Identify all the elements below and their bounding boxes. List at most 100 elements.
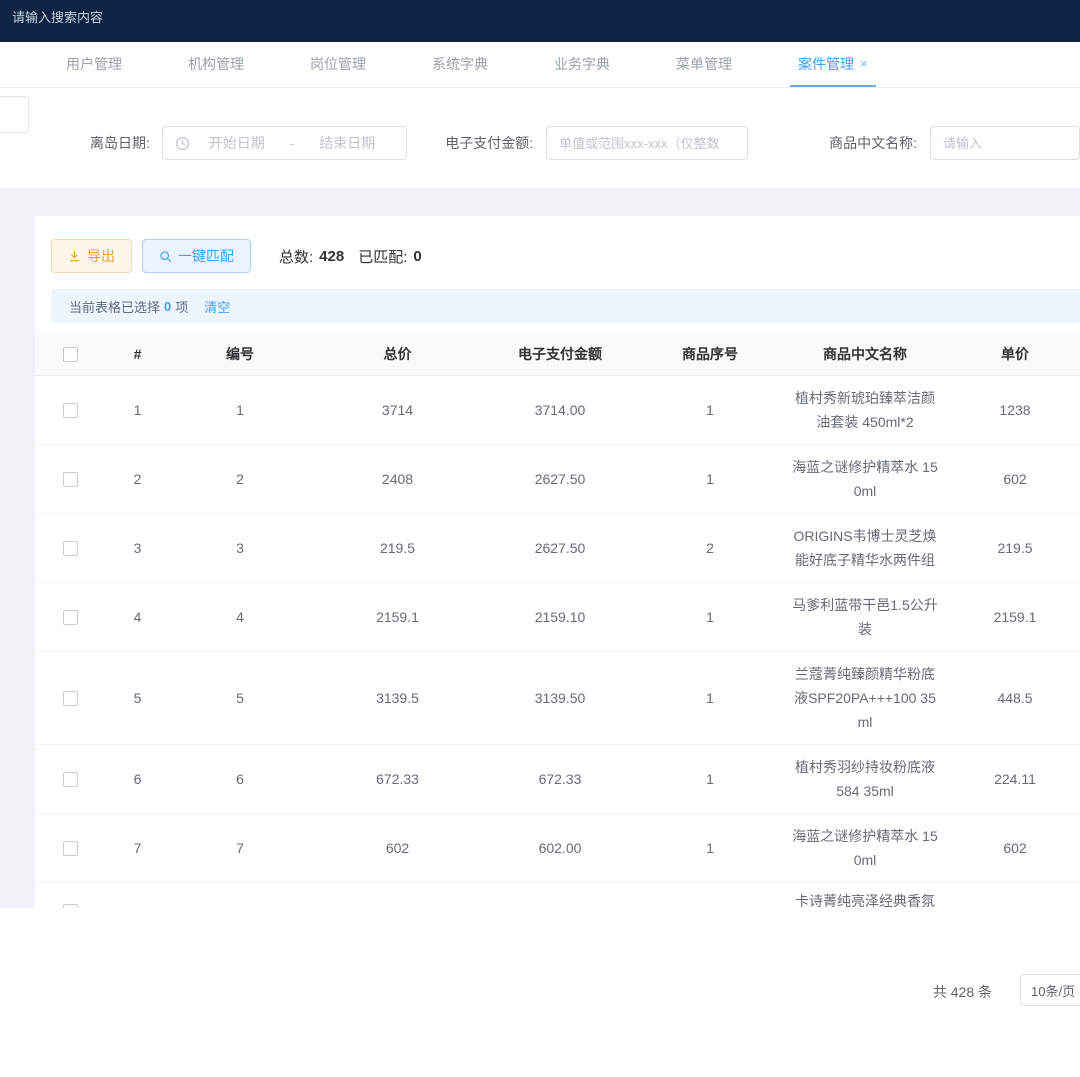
table-row[interactable]: 3 3 219.5 2627.50 2 ORIGINS韦博士灵芝焕能好底子精华水… — [35, 513, 1080, 582]
product-name-filter-label: 商品中文名称: — [829, 133, 917, 153]
end-date-placeholder[interactable]: 结束日期 — [300, 133, 394, 153]
tab-user-management[interactable]: 用户管理 — [58, 42, 130, 87]
cell-total-price: 602 — [310, 813, 485, 882]
cell-code: 7 — [170, 813, 310, 882]
row-checkbox-cell — [35, 651, 105, 744]
close-icon[interactable]: × — [860, 56, 868, 71]
col-header-epay: 电子支付金额 — [485, 333, 635, 375]
cell-index: 1 — [105, 375, 170, 444]
tab-system-dict[interactable]: 系统字典 — [424, 42, 496, 87]
col-header-name: 商品中文名称 — [785, 333, 945, 375]
table-row[interactable]: 5 5 3139.5 3139.50 1 兰蔻菁纯臻颜精华粉底液SPF20PA+… — [35, 651, 1080, 744]
cell-unit-price: 219.5 — [945, 513, 1080, 582]
table-row[interactable]: 6 6 672.33 672.33 1 植村秀羽纱持妆粉底液 584 35ml … — [35, 744, 1080, 813]
col-header-unit: 单价 — [945, 333, 1080, 375]
match-stats: 总数: 428 已匹配: 0 — [279, 246, 422, 267]
cell-code: 5 — [170, 651, 310, 744]
cell-epay-amount: 2159.10 — [485, 582, 635, 651]
cell-code: 2 — [170, 444, 310, 513]
row-checkbox[interactable] — [63, 610, 78, 625]
cell-total-price: 2159.1 — [310, 582, 485, 651]
table-row[interactable]: 2 2 2408 2627.50 1 海蓝之谜修护精萃水 150ml 602 — [35, 444, 1080, 513]
cell-product-seq: 1 — [635, 813, 785, 882]
cell-product-name: 植村秀新琥珀臻萃洁颜油套装 450ml*2 — [785, 375, 945, 444]
page-size-select[interactable]: 10条/页 — [1020, 974, 1080, 1006]
cell-product-name: ORIGINS韦博士灵芝焕能好底子精华水两件组 — [785, 513, 945, 582]
cell-index: 3 — [105, 513, 170, 582]
selection-count: 0 — [160, 299, 175, 314]
tab-label: 业务字典 — [554, 54, 610, 74]
col-header-seq: 商品序号 — [635, 333, 785, 375]
search-icon — [159, 250, 172, 263]
one-click-match-button[interactable]: 一键匹配 — [142, 239, 251, 273]
row-checkbox[interactable] — [63, 472, 78, 487]
cell-total-price: 672.33 — [310, 744, 485, 813]
cell-index: 2 — [105, 444, 170, 513]
table-toolbar: 导出 一键匹配 总数: 428 已匹配: 0 — [35, 239, 1080, 273]
table-row[interactable]: 8 8 1988.48 1988.48 1 卡诗菁纯亮泽经典香氛 498.11 — [35, 882, 1080, 909]
clear-selection-link[interactable]: 清空 — [204, 297, 230, 316]
tab-business-dict[interactable]: 业务字典 — [546, 42, 618, 87]
row-checkbox[interactable] — [63, 541, 78, 556]
matched-value: 0 — [413, 248, 421, 265]
cell-unit-price: 2159.1 — [945, 582, 1080, 651]
row-checkbox[interactable] — [63, 772, 78, 787]
tab-label: 系统字典 — [432, 54, 488, 74]
tab-bar: 用户管理 机构管理 岗位管理 系统字典 业务字典 菜单管理 案件管理 × — [0, 42, 1080, 88]
top-navbar: 请输入搜索内容 — [0, 0, 1080, 42]
selection-info-bar: 当前表格已选择 0 项 清空 — [51, 289, 1080, 323]
pagination-section: 共 428 条 10条/页 — [0, 908, 1080, 1077]
cell-product-seq: 1 — [635, 651, 785, 744]
payment-amount-input[interactable] — [546, 126, 748, 160]
clock-icon — [175, 136, 190, 151]
date-range-input[interactable]: 开始日期 - 结束日期 — [162, 126, 407, 160]
cell-product-seq: 1 — [635, 744, 785, 813]
pagination-total: 共 428 条 — [933, 982, 992, 1002]
filter-row: 离岛日期: 开始日期 - 结束日期 电子支付金额: 商品中文名称: — [0, 126, 1080, 160]
table-row[interactable]: 7 7 602 602.00 1 海蓝之谜修护精萃水 150ml 602 — [35, 813, 1080, 882]
cell-code: 8 — [170, 882, 310, 909]
tab-label: 机构管理 — [188, 54, 244, 74]
cell-product-name: 马爹利蓝带干邑1.5公升装 — [785, 582, 945, 651]
cell-product-seq: 1 — [635, 375, 785, 444]
cell-code: 4 — [170, 582, 310, 651]
row-checkbox-cell — [35, 744, 105, 813]
cell-product-seq: 1 — [635, 582, 785, 651]
tab-post-management[interactable]: 岗位管理 — [302, 42, 374, 87]
tab-label: 岗位管理 — [310, 54, 366, 74]
start-date-placeholder[interactable]: 开始日期 — [190, 133, 284, 153]
row-checkbox[interactable] — [63, 403, 78, 418]
cell-product-seq: 1 — [635, 444, 785, 513]
cell-unit-price: 602 — [945, 813, 1080, 882]
table-row[interactable]: 4 4 2159.1 2159.10 1 马爹利蓝带干邑1.5公升装 2159.… — [35, 582, 1080, 651]
cell-epay-amount: 2627.50 — [485, 513, 635, 582]
cell-product-name: 海蓝之谜修护精萃水 150ml — [785, 813, 945, 882]
cell-product-name: 植村秀羽纱持妆粉底液 584 35ml — [785, 744, 945, 813]
export-button[interactable]: 导出 — [51, 239, 132, 273]
select-all-checkbox[interactable] — [63, 347, 78, 362]
cell-unit-price: 498.11 — [945, 882, 1080, 909]
case-table-card: 导出 一键匹配 总数: 428 已匹配: 0 当前表格已选择 0 项 清空 — [35, 216, 1080, 909]
download-icon — [68, 250, 81, 263]
cell-product-seq: 1 — [635, 882, 785, 909]
total-label: 总数: — [279, 246, 313, 267]
tab-menu-management[interactable]: 菜单管理 — [668, 42, 740, 87]
table-row[interactable]: 1 1 3714 3714.00 1 植村秀新琥珀臻萃洁颜油套装 450ml*2… — [35, 375, 1080, 444]
total-value: 428 — [319, 248, 344, 265]
row-checkbox[interactable] — [63, 691, 78, 706]
cell-index: 7 — [105, 813, 170, 882]
cell-epay-amount: 3139.50 — [485, 651, 635, 744]
col-header-total: 总价 — [310, 333, 485, 375]
global-search-input[interactable]: 请输入搜索内容 — [12, 10, 103, 25]
col-header-code: 编号 — [170, 333, 310, 375]
row-checkbox[interactable] — [63, 841, 78, 856]
cell-code: 3 — [170, 513, 310, 582]
cell-epay-amount: 1988.48 — [485, 882, 635, 909]
tab-org-management[interactable]: 机构管理 — [180, 42, 252, 87]
tab-label: 案件管理 — [798, 54, 854, 74]
tab-case-management[interactable]: 案件管理 × — [790, 42, 876, 87]
case-table: # 编号 总价 电子支付金额 商品序号 商品中文名称 单价 1 1 3714 3… — [35, 333, 1080, 909]
cell-code: 1 — [170, 375, 310, 444]
product-name-input[interactable] — [930, 126, 1080, 160]
cell-total-price: 3714 — [310, 375, 485, 444]
